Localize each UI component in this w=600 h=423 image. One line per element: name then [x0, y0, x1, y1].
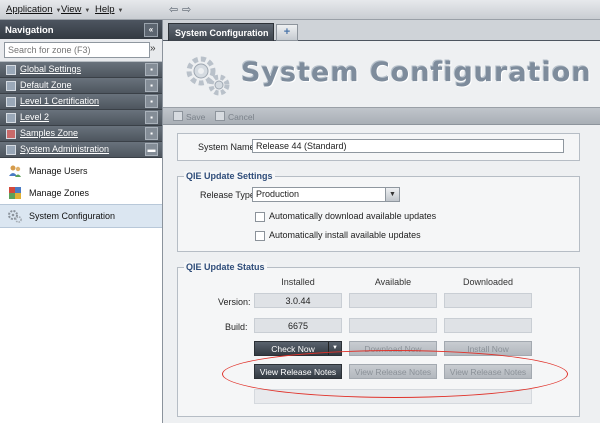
- auto-download-checkbox[interactable]: [255, 212, 265, 222]
- installed-build-value: 6675: [254, 318, 342, 333]
- auto-install-checkbox[interactable]: [255, 231, 265, 241]
- chevron-down-icon: ▼: [385, 188, 399, 201]
- system-name-label: System Name:: [198, 142, 258, 152]
- menu-application[interactable]: Application ▼: [6, 4, 61, 15]
- available-build-value: [349, 318, 437, 333]
- gears-icon: [186, 56, 230, 96]
- zone-samples-zone[interactable]: Samples Zone ▪: [0, 126, 162, 142]
- collapse-icon[interactable]: ▬: [145, 143, 158, 156]
- chevron-down-icon: ▼: [84, 8, 91, 14]
- auto-download-label: Automatically download available updates: [269, 211, 437, 221]
- cancel-button[interactable]: Cancel: [215, 111, 254, 122]
- zone-level-1-certification[interactable]: Level 1 Certification ▪: [0, 94, 162, 110]
- chevron-down-icon: ▼: [117, 8, 124, 14]
- zone-icon: [6, 113, 16, 123]
- zone-icon: [6, 65, 16, 75]
- gear-icon: [6, 145, 16, 155]
- version-label: Version:: [218, 297, 251, 307]
- update-status-title: QIE Update Status: [184, 262, 267, 272]
- system-name-input[interactable]: Release 44 (Standard): [252, 139, 564, 153]
- users-icon: [9, 165, 21, 177]
- page-title: System Configuration: [241, 57, 592, 88]
- navigation-title: Navigation: [5, 25, 54, 36]
- navigation-header: Navigation «: [0, 20, 162, 39]
- form-toolbar: Save Cancel: [163, 107, 600, 125]
- save-button[interactable]: Save: [173, 111, 205, 122]
- tab-bar: System Configuration +: [163, 20, 600, 41]
- auto-install-label: Automatically install available updates: [269, 230, 421, 240]
- menu-bar: Application ▼ View ▼ Help ▼ ⇦ ⇨: [0, 0, 600, 20]
- forward-arrow-icon[interactable]: ⇨: [182, 3, 191, 16]
- column-available: Available: [374, 277, 412, 287]
- release-type-label: Release Type:: [200, 190, 258, 200]
- zone-level-2[interactable]: Level 2 ▪: [0, 110, 162, 126]
- navigation-panel: Navigation « » Global Settings ▪ Default…: [0, 20, 163, 423]
- nav-system-configuration[interactable]: System Configuration: [0, 204, 162, 228]
- nav-manage-zones[interactable]: Manage Zones: [0, 182, 162, 204]
- page-header: System Configuration: [163, 41, 600, 107]
- expand-icon[interactable]: ▪: [145, 95, 158, 108]
- update-settings-title: QIE Update Settings: [184, 171, 275, 181]
- release-type-select[interactable]: Production ▼: [252, 187, 400, 202]
- nav-manage-users[interactable]: Manage Users: [0, 160, 162, 182]
- expand-icon[interactable]: ▪: [145, 127, 158, 140]
- column-downloaded: Downloaded: [462, 277, 514, 287]
- collapse-panel-icon[interactable]: «: [144, 23, 158, 37]
- gears-icon: [8, 210, 22, 223]
- column-installed: Installed: [281, 277, 315, 287]
- tab-system-configuration[interactable]: System Configuration: [168, 23, 274, 41]
- save-icon: [173, 111, 183, 121]
- downloaded-version-value: [444, 293, 532, 308]
- zone-default-zone[interactable]: Default Zone ▪: [0, 78, 162, 94]
- zone-system-administration[interactable]: System Administration ▬: [0, 142, 162, 158]
- expand-icon[interactable]: ▪: [145, 63, 158, 76]
- zones-icon: [9, 187, 21, 199]
- add-tab-button[interactable]: +: [276, 24, 298, 41]
- downloaded-build-value: [444, 318, 532, 333]
- menu-help[interactable]: Help ▼: [95, 4, 124, 15]
- zone-icon: [6, 81, 16, 91]
- zone-icon: [6, 129, 16, 139]
- back-arrow-icon[interactable]: ⇦: [169, 3, 178, 16]
- available-version-value: [349, 293, 437, 308]
- highlight-ellipse: [222, 350, 568, 398]
- zone-global-settings[interactable]: Global Settings ▪: [0, 62, 162, 78]
- zone-icon: [6, 97, 16, 107]
- cancel-icon: [215, 111, 225, 121]
- update-settings-group: QIE Update Settings Release Type: Produc…: [177, 171, 580, 252]
- zone-search-row: »: [0, 39, 162, 62]
- expand-icon[interactable]: ▪: [145, 79, 158, 92]
- build-label: Build:: [225, 322, 248, 332]
- zone-search-input[interactable]: [4, 42, 150, 58]
- menu-view[interactable]: View ▼: [61, 4, 90, 15]
- expand-icon[interactable]: ▪: [145, 111, 158, 124]
- installed-version-value: 3.0.44: [254, 293, 342, 308]
- system-name-box: System Name: Release 44 (Standard): [177, 133, 580, 161]
- search-go-icon[interactable]: »: [150, 43, 156, 54]
